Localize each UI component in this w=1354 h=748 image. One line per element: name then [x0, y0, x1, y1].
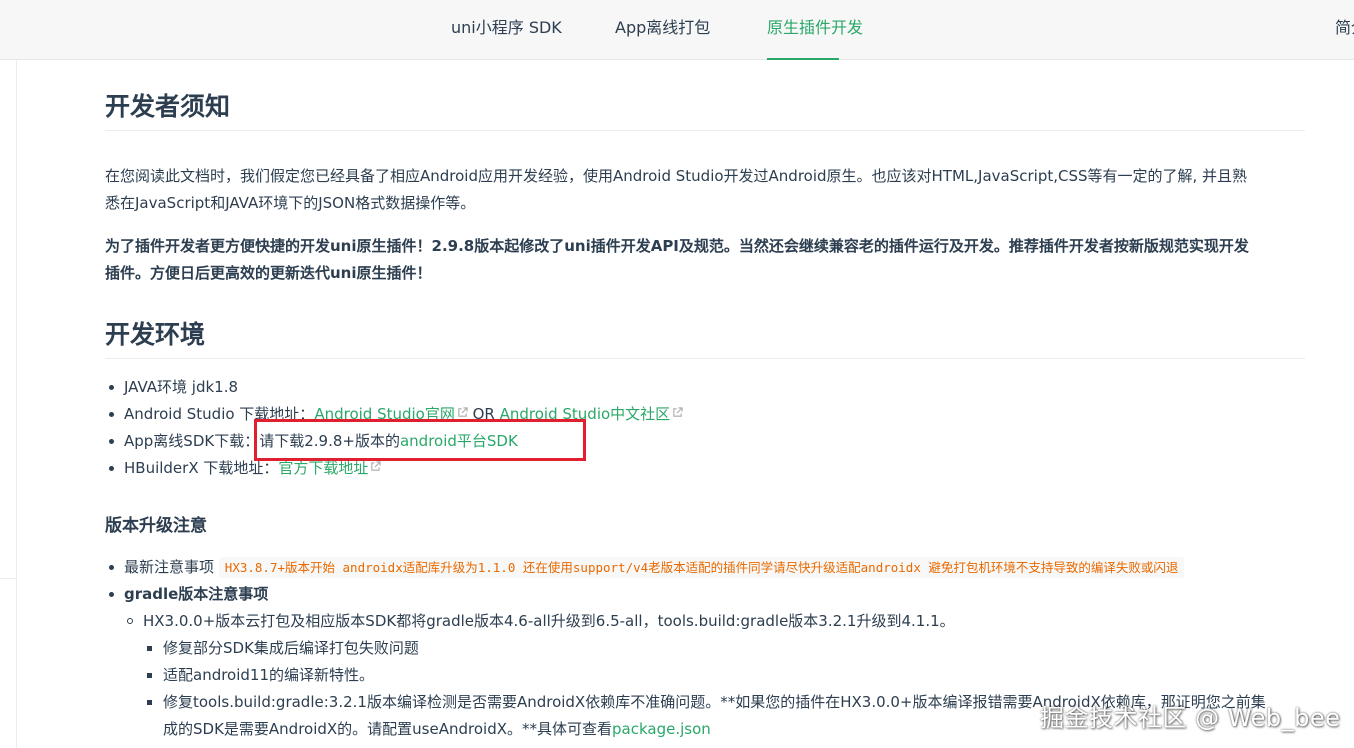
top-navigation: uni小程序 SDK App离线打包 原生插件开发 简介	[0, 0, 1354, 60]
external-link-icon	[371, 461, 382, 471]
bullet	[109, 385, 114, 390]
hbuilderx-label: HBuilderX 下载地址：	[124, 459, 279, 477]
external-link-icon	[458, 407, 468, 417]
red-highlight-box	[254, 419, 586, 461]
heading-dev-environment: 开发环境	[105, 317, 1305, 359]
notice-paragraph-2-line-1: 为了插件开发者更方便快捷的开发uni原生插件！2.9.8版本起修改了uni插件开…	[105, 237, 1249, 255]
sidebar-divider	[0, 578, 17, 579]
hbuilderx-download-link[interactable]: 官方下载地址	[278, 459, 368, 477]
bullet	[109, 412, 114, 417]
latest-notice-code: HX3.8.7+版本开始 androidx适配库升级为1.1.0 还在使用sup…	[218, 557, 1185, 578]
nav-app-offline-packaging[interactable]: App离线打包	[615, 0, 710, 60]
list-item-latest-notice: 最新注意事项 HX3.8.7+版本开始 androidx适配库升级为1.1.0 …	[124, 554, 1185, 581]
fix-3-text-continued: 成的SDK是需要AndroidX的。请配置useAndroidX。**具体可查看	[163, 720, 612, 738]
latest-notice-label: 最新注意事项	[124, 558, 215, 576]
bullet	[109, 466, 114, 471]
nav-uni-miniprogram-sdk[interactable]: uni小程序 SDK	[451, 0, 562, 60]
heading-version-upgrade: 版本升级注意	[105, 516, 207, 536]
fix-2-text: 适配android11的编译新特性。	[163, 666, 375, 684]
list-item-gradle-notes: gradle版本注意事项	[124, 581, 268, 607]
bullet-square	[147, 673, 152, 678]
watermark: 掘金技术社区 @ Web_bee	[1040, 704, 1341, 732]
notice-paragraph-2-line-2: 插件。方便日后更高效的更新迭代uni原生插件！	[105, 264, 432, 282]
list-item-java: JAVA环境 jdk1.8	[124, 374, 238, 400]
list-item-gradle-upgrade: HX3.0.0+版本云打包及相应版本SDK都将gradle版本4.6-all升级…	[143, 608, 955, 634]
fix-1-text: 修复部分SDK集成后编译打包失败问题	[163, 639, 419, 657]
list-item-fix-2: 适配android11的编译新特性。	[163, 662, 374, 688]
nav-intro[interactable]: 简介	[1335, 0, 1354, 60]
list-item-fix-1: 修复部分SDK集成后编译打包失败问题	[163, 635, 419, 661]
bullet-square	[147, 646, 152, 651]
heading-developer-notice: 开发者须知	[105, 89, 1305, 131]
notice-paragraph-1-line-1: 在您阅读此文档时，我们假定您已经具备了相应Android应用开发经验，使用And…	[105, 167, 1248, 185]
external-link-icon	[673, 407, 683, 417]
list-item-fix-3-line-2: 成的SDK是需要AndroidX的。请配置useAndroidX。**具体可查看…	[163, 716, 711, 742]
nav-native-plugin-dev[interactable]: 原生插件开发	[767, 0, 863, 60]
java-env-text: JAVA环境 jdk1.8	[124, 378, 239, 396]
bullet	[109, 592, 114, 597]
sdk-download-label: App离线SDK下载：	[124, 432, 260, 450]
gradle-upgrade-text: HX3.0.0+版本云打包及相应版本SDK都将gradle版本4.6-all升级…	[143, 612, 955, 630]
sidebar-edge	[0, 60, 17, 748]
bullet-square	[147, 700, 152, 705]
package-json-link[interactable]: package.json	[612, 720, 711, 738]
gradle-notes-title: gradle版本注意事项	[124, 585, 269, 603]
bullet	[109, 565, 114, 570]
notice-paragraph-1-line-2: 悉在JavaScript和JAVA环境下的JSON格式数据操作等。	[105, 194, 476, 212]
bullet-circle	[127, 618, 133, 624]
bullet	[109, 439, 114, 444]
